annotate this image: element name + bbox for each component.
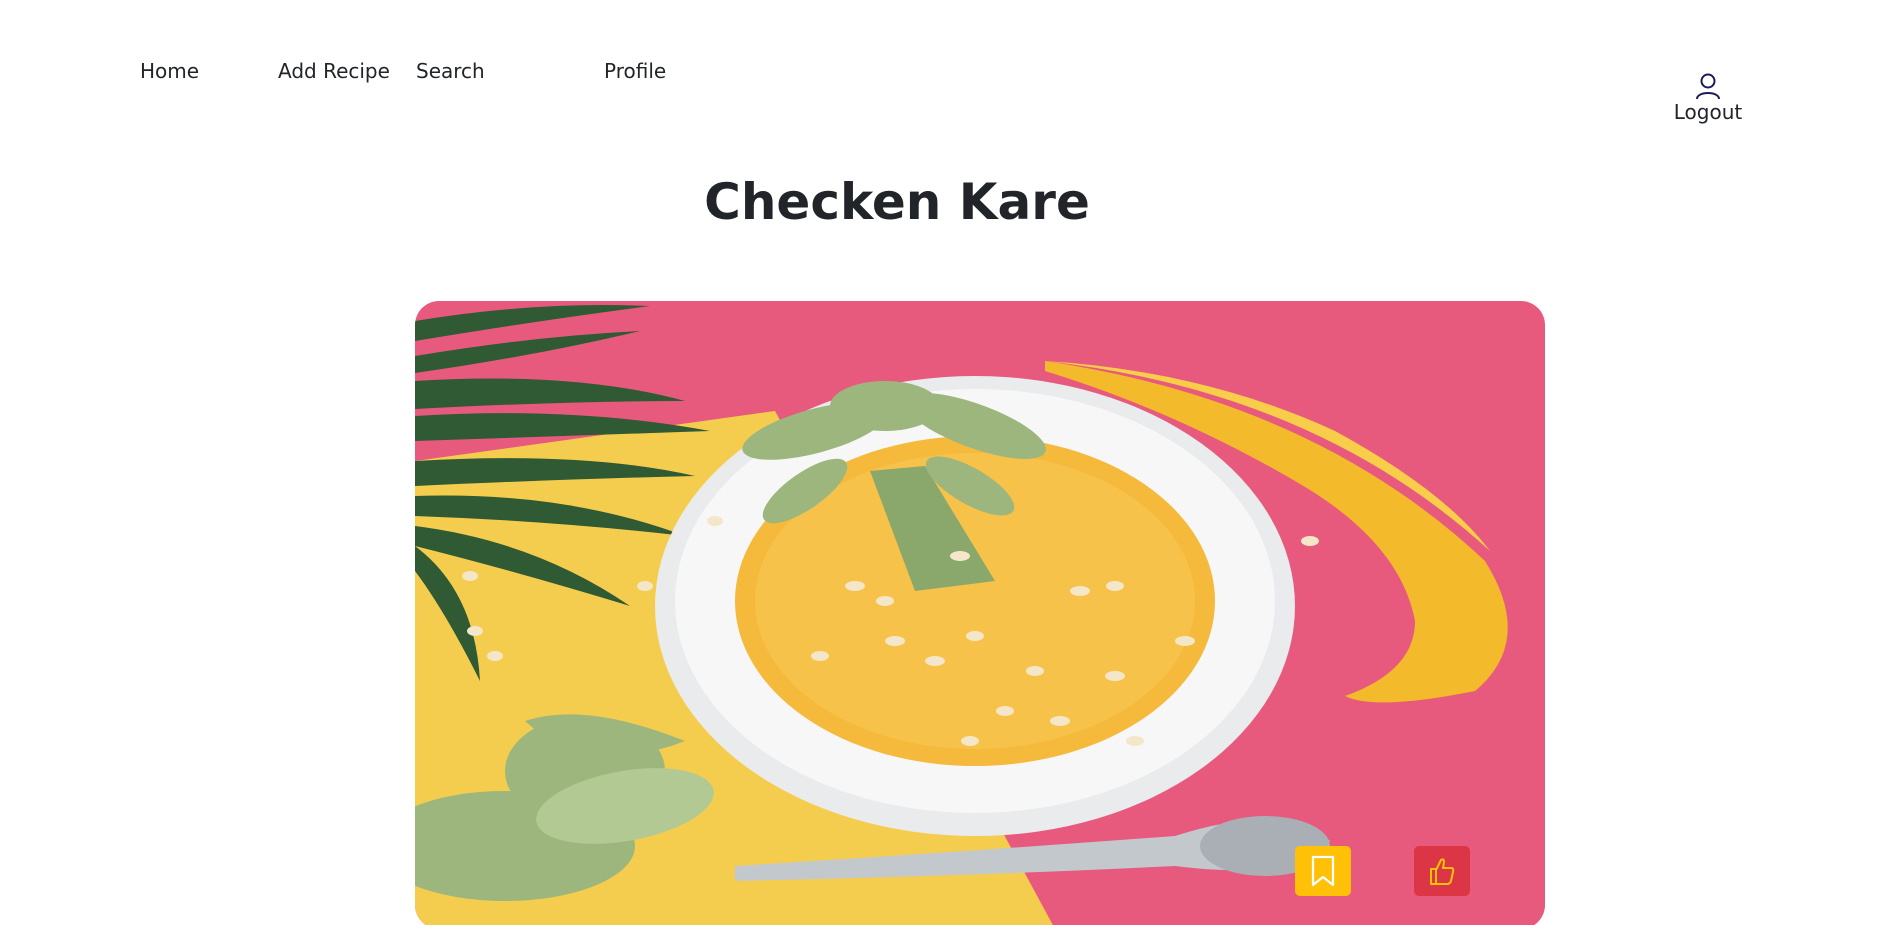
user-icon	[1696, 73, 1720, 100]
logout-label: Logout	[1673, 100, 1743, 124]
nav-profile-link[interactable]: Profile	[604, 59, 666, 83]
bookmark-icon	[1311, 855, 1335, 887]
logout-button[interactable]: Logout	[1660, 72, 1756, 124]
nav-add-recipe-link[interactable]: Add Recipe	[278, 59, 390, 83]
nav-search-link[interactable]: Search	[416, 59, 485, 83]
recipe-image	[415, 301, 1545, 925]
recipe-title: Checken Kare	[704, 173, 1090, 231]
save-button[interactable]	[1295, 846, 1351, 896]
thumbs-up-icon	[1430, 858, 1455, 885]
like-button[interactable]	[1414, 846, 1470, 896]
recipe-photo	[415, 301, 1545, 925]
nav-home-link[interactable]: Home	[140, 59, 199, 83]
page: Home Add Recipe Search Profile Logout Ch…	[0, 0, 1897, 925]
